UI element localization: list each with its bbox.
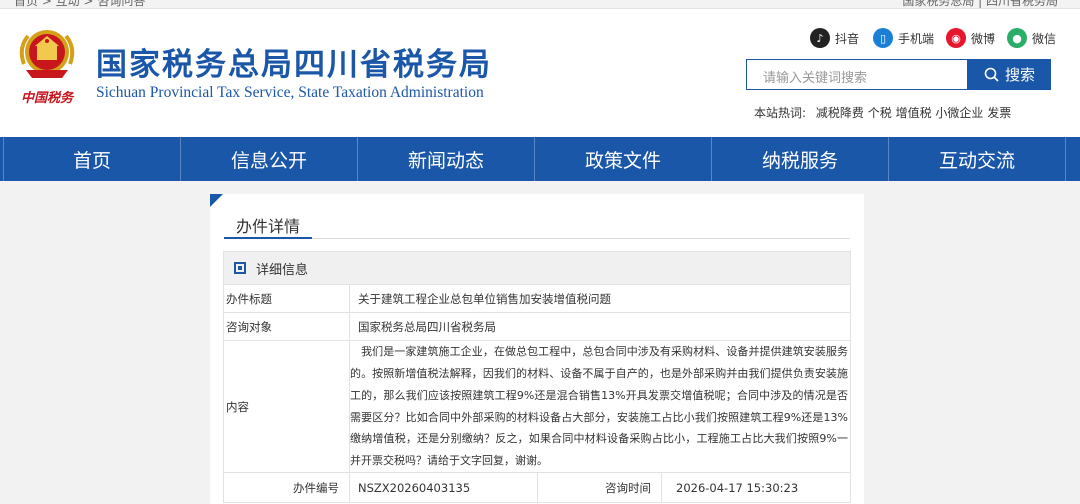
time-label: 咨询时间 [538,473,662,502]
detail-header: 详细信息 [224,252,850,285]
case-detail-panel: 办件详情 详细信息 办件标题 关于建筑工程企业总包单位销售加安装增值税问题 咨询… [210,194,864,504]
logo-caption: 中国税务 [21,90,75,106]
social-mobile[interactable]: ▯ 手机端 [873,27,934,49]
hotword-link[interactable]: 发票 [987,106,1011,120]
panel-title-text: 办件详情 [224,211,313,239]
corner-marker [210,194,223,207]
hotword-link[interactable]: 小微企业 [935,106,983,120]
social-label: 手机端 [898,31,935,46]
table-row: 办件编号 NSZX20260403135 咨询时间 2026-04-17 15:… [224,473,850,502]
detail-table: 详细信息 办件标题 关于建筑工程企业总包单位销售加安装增值税问题 咨询对象 国家… [223,251,851,503]
content-label: 内容 [224,341,350,472]
main-nav: 首页 信息公开 新闻动态 政策文件 纳税服务 互动交流 [0,137,1080,181]
social-wechat[interactable]: ● 微信 [1007,27,1056,49]
nav-item-interaction[interactable]: 互动交流 [889,137,1066,181]
social-label: 微信 [1032,31,1057,46]
nav-item-policy[interactable]: 政策文件 [535,137,712,181]
detail-header-label: 详细信息 [256,262,309,278]
table-row: 内容 我们是一家建筑施工企业，在做总包工程中，总包合同中涉及有采购材料、设备并提… [224,341,850,473]
detail-list-icon [234,262,246,274]
social-douyin[interactable]: ♪ 抖音 [810,27,859,49]
content-value: 我们是一家建筑施工企业，在做总包工程中，总包合同中涉及有采购材料、设备并提供建筑… [350,341,850,472]
hotword-link[interactable]: 减税降费 [816,106,864,120]
search-button[interactable]: 搜索 [968,59,1051,90]
wechat-icon: ● [1007,28,1027,48]
target-value: 国家税务总局四川省税务局 [358,319,496,334]
weibo-icon: ◉ [946,28,966,48]
social-weibo[interactable]: ◉ 微博 [946,27,995,49]
breadcrumb[interactable]: 首页 > 互动 > 咨询问答 [14,0,145,8]
mobile-icon: ▯ [873,28,893,48]
douyin-icon: ♪ [810,28,830,48]
tax-emblem-logo[interactable]: 中国税务 [16,26,78,110]
nav-item-home[interactable]: 首页 [4,137,181,181]
table-row: 办件标题 关于建筑工程企业总包单位销售加安装增值税问题 [224,285,850,313]
target-label: 咨询对象 [224,313,350,340]
subject-label: 办件标题 [224,285,350,312]
number-label: 办件编号 [224,473,350,502]
site-title: 国家税务总局四川省税务局 [96,47,492,83]
search-input[interactable]: 请输入关键词搜索 [746,59,968,90]
search-icon [984,67,999,82]
time-value: 2026-04-17 15:30:23 [676,480,799,495]
number-value: NSZX20260403135 [350,473,538,502]
hotword-link[interactable]: 增值税 [896,106,932,120]
content-text: 我们是一家建筑施工企业，在做总包工程中，总包合同中涉及有采购材料、设备并提供建筑… [350,345,848,468]
top-utility-bar: 首页 > 互动 > 咨询问答 国家税务总局 | 四川省税务局 [0,0,1080,9]
hotword-link[interactable]: 个税 [868,106,892,120]
social-label: 微博 [971,31,996,46]
hotwords-label: 本站热词: [754,106,807,120]
hot-words: 本站热词: 减税降费 个税 增值税 小微企业 发票 [754,104,1011,121]
panel-title: 办件详情 [224,211,850,239]
subject-value: 关于建筑工程企业总包单位销售加安装增值税问题 [358,291,611,306]
site-subtitle: Sichuan Provincial Tax Service, State Ta… [96,84,484,101]
table-row: 咨询对象 国家税务总局四川省税务局 [224,313,850,341]
site-header: 中国税务 国家税务总局四川省税务局 Sichuan Provincial Tax… [0,9,1080,137]
nav-item-news[interactable]: 新闻动态 [358,137,535,181]
nav-item-service[interactable]: 纳税服务 [712,137,889,181]
social-label: 抖音 [835,31,860,46]
nav-item-info[interactable]: 信息公开 [181,137,358,181]
top-links[interactable]: 国家税务总局 | 四川省税务局 [902,0,1058,8]
search-button-label: 搜索 [1004,66,1035,84]
